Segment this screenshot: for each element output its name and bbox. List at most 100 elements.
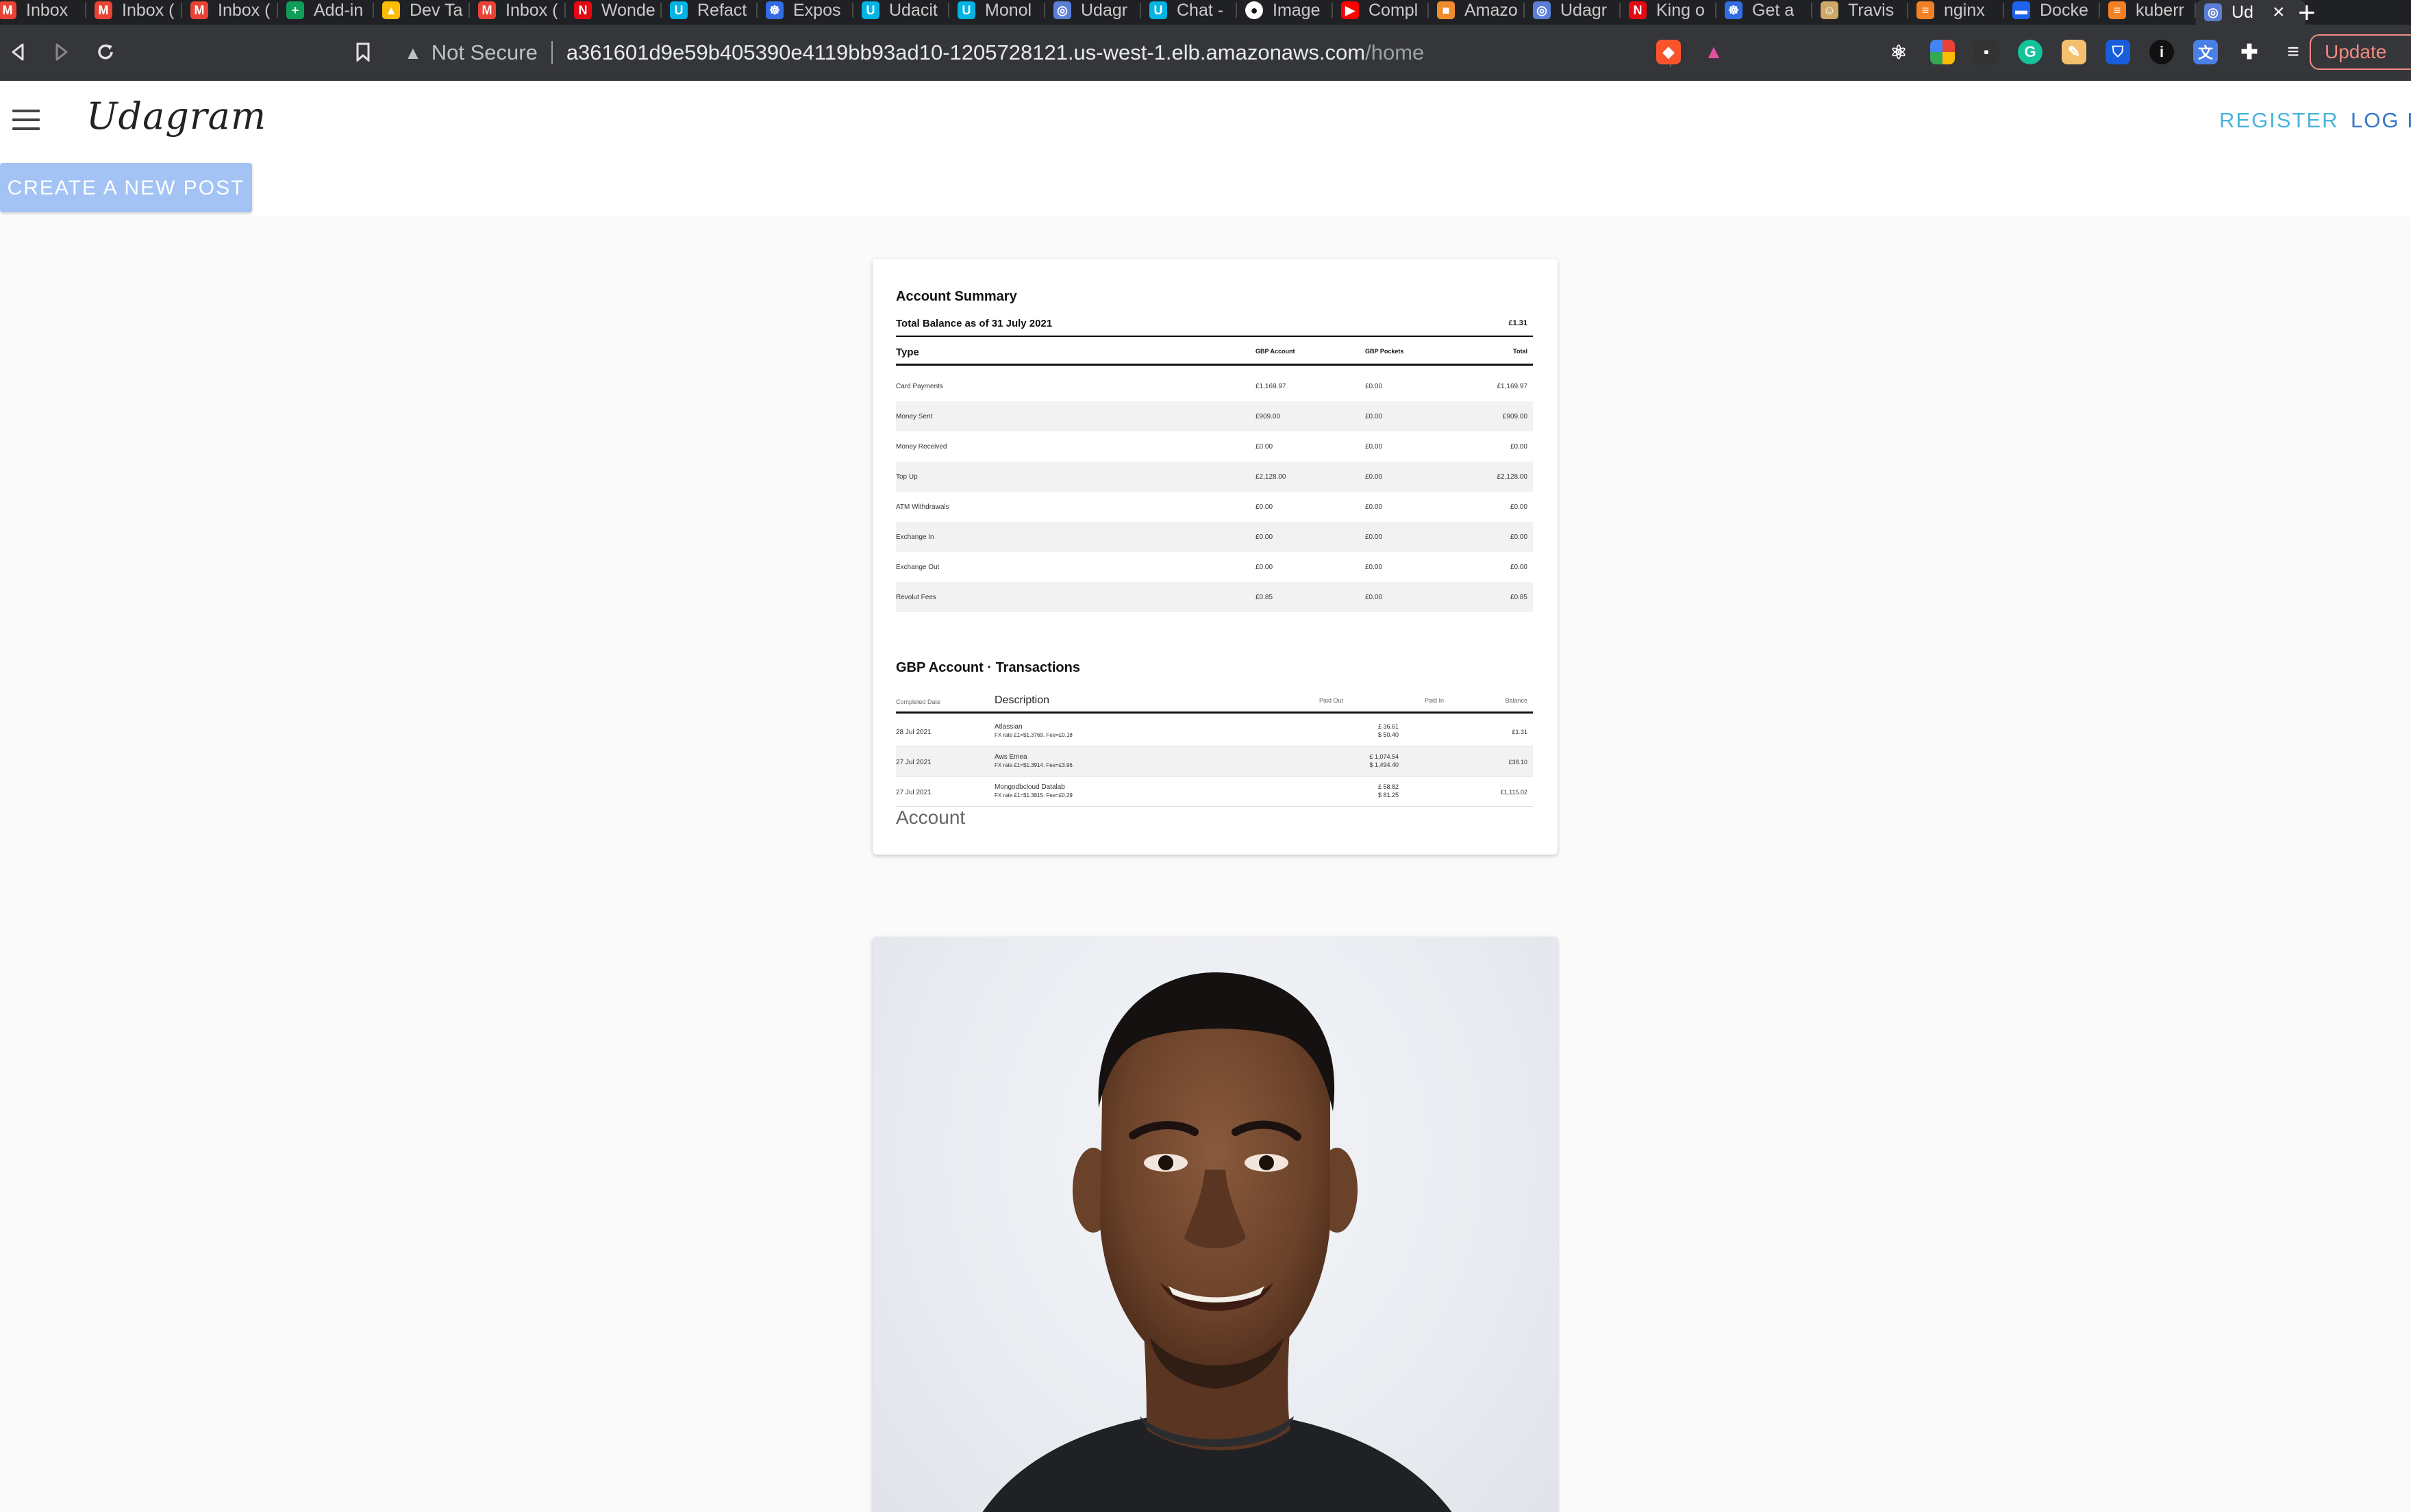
tab-title: Inbox ( <box>218 0 271 20</box>
summary-cell: £1,169.97 <box>1256 383 1286 390</box>
media-queue-icon[interactable]: ≡ <box>2281 40 2306 64</box>
browser-tab[interactable]: N Wonde <box>566 0 662 21</box>
browser-tab[interactable]: M Inbox <box>0 0 86 21</box>
browser-tab[interactable]: ▲ Dev Ta <box>374 0 470 21</box>
info-icon[interactable]: i <box>2149 40 2174 64</box>
kubernetes-icon: ☸ <box>766 1 784 19</box>
tab-title: Udagr <box>1081 0 1128 20</box>
transaction-out1: £ 1,074.54 <box>1369 753 1399 760</box>
url-path: /home <box>1365 40 1425 64</box>
summary-cell: Money Received <box>896 443 947 451</box>
summary-cell: Revolut Fees <box>896 594 936 601</box>
browser-tab[interactable]: U Monol <box>949 0 1045 21</box>
summary-cell: Card Payments <box>896 383 943 390</box>
register-link[interactable]: REGISTER <box>2219 108 2338 133</box>
bitwarden-icon[interactable]: ⛉ <box>2106 40 2130 64</box>
browser-tab[interactable]: + Add-in <box>278 0 374 21</box>
summary-row: Top Up £2,128.00 £0.00 £2,128.00 <box>896 462 1533 492</box>
transaction-balance: £1.31 <box>1512 729 1527 735</box>
summary-cell: £909.00 <box>1256 413 1281 420</box>
browser-tab[interactable]: M Inbox ( <box>86 0 182 21</box>
browser-tab[interactable]: U Chat - <box>1141 0 1237 21</box>
create-post-button[interactable]: CREATE A NEW POST <box>0 163 252 212</box>
extensions-puzzle-icon[interactable]: ✚ <box>2237 40 2262 64</box>
transaction-date: 27 Jul 2021 <box>896 759 932 766</box>
transaction-sub: FX rate £1=$1.3769. Fee=£0.18 <box>995 732 1073 738</box>
browser-tab[interactable]: ☸ Expos <box>758 0 853 21</box>
tab-title: Udagr <box>1560 0 1608 20</box>
transaction-out2: $ 1,494.40 <box>1369 761 1399 768</box>
transactions-header-row: Completed Date Description Paid Out Paid… <box>896 694 1533 714</box>
browser-tab[interactable]: ◎ Udagr <box>1045 0 1141 21</box>
summary-cell: £0.00 <box>1365 503 1383 511</box>
app-brand[interactable]: Udagram <box>86 94 266 138</box>
browser-tab[interactable]: M Inbox ( <box>182 0 278 21</box>
react-devtools-icon[interactable]: ⚛ <box>1886 40 1911 64</box>
brave-shield-icon[interactable]: ◆ <box>1656 40 1681 64</box>
transaction-date: 27 Jul 2021 <box>896 789 932 796</box>
summary-row: Card Payments £1,169.97 £0.00 £1,169.97 <box>896 371 1533 401</box>
tab-title: Inbox ( <box>122 0 175 20</box>
brave-rewards-icon[interactable]: ▲ <box>1701 40 1726 64</box>
browser-tab[interactable]: U Udacit <box>853 0 949 21</box>
translate-icon[interactable]: 文 <box>2193 40 2218 64</box>
address-bar[interactable]: ▲ Not Secure a361601d9e59b405390e4119bb9… <box>384 33 1671 73</box>
tab-title: Udacit <box>889 0 938 20</box>
browser-tab[interactable]: ◎ Udagr <box>1525 0 1621 21</box>
aws-icon: ■ <box>1437 1 1455 19</box>
gmail-icon: M <box>190 1 208 19</box>
back-icon[interactable] <box>0 34 36 70</box>
forward-icon[interactable] <box>44 34 79 70</box>
browser-tab[interactable]: ▬ Docke <box>2004 0 2100 21</box>
summary-row: Money Received £0.00 £0.00 £0.00 <box>896 431 1533 462</box>
transaction-out1: £ 58.82 <box>1377 783 1399 790</box>
tab-title: nginx <box>1944 0 1985 20</box>
browser-tab[interactable]: ☸ Get a <box>1716 0 1812 21</box>
summary-cell: £0.00 <box>1256 564 1273 571</box>
transaction-desc: Mongodbcloud Datalab <box>995 783 1065 791</box>
login-link[interactable]: LOG IN <box>2351 108 2411 133</box>
browser-tab[interactable]: U Refact <box>662 0 758 21</box>
statement-title: Account Summary <box>896 289 1017 304</box>
browser-tab[interactable]: ● Image <box>1237 0 1333 21</box>
transaction-row: 27 Jul 2021 Aws Emea FX rate £1=$1.3914. F… <box>896 746 1533 777</box>
clipboard-icon[interactable]: ✎ <box>2062 40 2086 64</box>
transaction-out2: $ 81.25 <box>1377 792 1399 798</box>
browser-tab[interactable]: N King o <box>1621 0 1716 21</box>
hamburger-menu-icon[interactable] <box>12 110 40 130</box>
tab-title: Expos <box>793 0 841 20</box>
youtube-icon: ▶ <box>1341 1 1359 19</box>
summary-row: Exchange Out £0.00 £0.00 £0.00 <box>896 552 1533 582</box>
summary-cell: £0.00 <box>1256 533 1273 541</box>
summary-cell: £0.00 <box>1365 473 1383 481</box>
browser-tab[interactable]: ▶ Compl <box>1333 0 1429 21</box>
tab-title: Ud <box>2232 2 2253 22</box>
post-card <box>873 937 1558 1512</box>
globe-icon: ◎ <box>1053 1 1071 19</box>
transaction-out1: £ 36.61 <box>1377 723 1399 730</box>
grammarly-icon[interactable]: G <box>2018 40 2043 64</box>
transaction-row: 28 Jul 2021 Atlassian FX rate £1=$1.3769. … <box>896 716 1533 746</box>
summary-cell: £0.00 <box>1365 533 1383 541</box>
tab-title: Compl <box>1369 0 1419 20</box>
github-icon: ● <box>1245 1 1263 19</box>
extension-icon[interactable]: ▪ <box>1974 40 1999 64</box>
bookmark-icon[interactable] <box>345 34 381 70</box>
browser-tab[interactable]: ≡ kuberr <box>2100 0 2196 21</box>
tab-title: Dev Ta <box>410 0 463 20</box>
transaction-desc: Aws Emea <box>995 753 1027 761</box>
browser-tab[interactable]: ≡ nginx <box>1908 0 2004 21</box>
close-tab-icon[interactable]: × <box>2273 1 2285 24</box>
color-picker-icon[interactable] <box>1930 40 1955 64</box>
update-button[interactable]: Update <box>2310 34 2411 70</box>
summary-cell: £0.00 <box>1256 443 1273 451</box>
summary-cell: £2,128.00 <box>1497 473 1528 481</box>
tab-title: Inbox ( <box>505 0 558 20</box>
reload-icon[interactable] <box>88 34 123 70</box>
browser-tab[interactable]: ☺ Travis <box>1812 0 1908 21</box>
browser-tab[interactable]: M Inbox ( <box>470 0 566 21</box>
browser-tab[interactable]: ◎ Ud × <box>2196 0 2306 25</box>
summary-cell: £0.00 <box>1365 564 1383 571</box>
browser-tab[interactable]: ■ Amazo <box>1429 0 1525 21</box>
gmail-icon: M <box>95 1 112 19</box>
